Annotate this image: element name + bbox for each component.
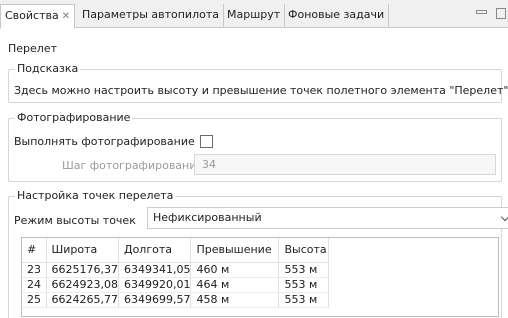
cell-elevation: 458 м (190, 292, 280, 308)
cell-altitude: 553 м (278, 292, 330, 308)
table-row[interactable]: 25 6624265,77 6349699,57 458 м 553 м (22, 292, 330, 308)
cell-longitude: 6349920,01 (118, 277, 192, 293)
tab-properties[interactable]: Свойства ✕ (0, 4, 76, 29)
column-header-altitude[interactable]: Высота (278, 238, 330, 263)
table-row[interactable]: 23 6625176,37 6349341,05 460 м 553 м (22, 262, 330, 278)
tab-properties-label: Свойства (5, 9, 59, 22)
table-row[interactable]: 24 6624923,08 6349920,01 464 м 553 м (22, 277, 330, 293)
cell-longitude: 6349699,57 (118, 292, 192, 308)
height-mode-label: Режим высоты точек (14, 214, 136, 227)
photo-step-label: Шаг фотографирования (62, 159, 204, 172)
cell-index: 24 (22, 277, 47, 293)
tab-route-label: Маршрут (227, 8, 281, 21)
photography-enable-label: Выполнять фотографирование (14, 135, 195, 148)
waypoints-table[interactable]: # Широта Долгота Превышение Высота 23 66… (21, 237, 499, 317)
photography-group: Фотографирование Выполнять фотографирова… (8, 112, 502, 182)
cell-elevation: 460 м (190, 262, 280, 278)
tab-background-tasks[interactable]: Фоновые задачи (284, 4, 390, 28)
tab-background-tasks-label: Фоновые задачи (288, 8, 385, 21)
tab-autopilot-params-label: Параметры автопилота (82, 8, 219, 21)
waypoints-legend: Настройка точек перелета (15, 189, 176, 202)
table-header-row: # Широта Долгота Превышение Высота (22, 238, 330, 263)
maximize-icon[interactable] (494, 6, 508, 20)
column-header-longitude[interactable]: Долгота (118, 238, 192, 263)
minimize-icon[interactable] (474, 6, 488, 20)
cell-altitude: 553 м (278, 262, 330, 278)
tab-route[interactable]: Маршрут (223, 4, 286, 28)
photography-legend: Фотографирование (15, 111, 133, 124)
cell-index: 25 (22, 292, 47, 308)
height-mode-select[interactable]: Нефиксированный (147, 207, 508, 229)
column-header-latitude[interactable]: Широта (46, 238, 119, 263)
hint-group: Подсказка Здесь можно настроить высоту и… (8, 63, 508, 103)
waypoints-group: Настройка точек перелета Режим высоты то… (8, 190, 508, 318)
section-title: Перелет (8, 42, 57, 55)
height-mode-value: Нефиксированный (153, 211, 262, 224)
cell-latitude: 6624923,08 (46, 277, 119, 293)
tab-autopilot-params[interactable]: Параметры автопилота (78, 4, 224, 28)
column-header-index[interactable]: # (22, 238, 47, 263)
photo-step-input[interactable]: 34 (194, 154, 496, 175)
cell-altitude: 553 м (278, 277, 330, 293)
close-icon[interactable]: ✕ (62, 11, 70, 22)
hint-text: Здесь можно настроить высоту и превышени… (14, 84, 508, 97)
column-header-elevation[interactable]: Превышение (190, 238, 280, 263)
cell-index: 23 (22, 262, 47, 278)
view-tab-bar: Свойства ✕ Параметры автопилота Маршрут Ф… (0, 0, 508, 29)
cell-latitude: 6624265,77 (46, 292, 119, 308)
photography-enable-checkbox[interactable] (200, 135, 213, 148)
hint-legend: Подсказка (15, 62, 81, 75)
cell-latitude: 6625176,37 (46, 262, 119, 278)
cell-elevation: 464 м (190, 277, 280, 293)
cell-longitude: 6349341,05 (118, 262, 192, 278)
chevron-down-icon (500, 212, 508, 222)
